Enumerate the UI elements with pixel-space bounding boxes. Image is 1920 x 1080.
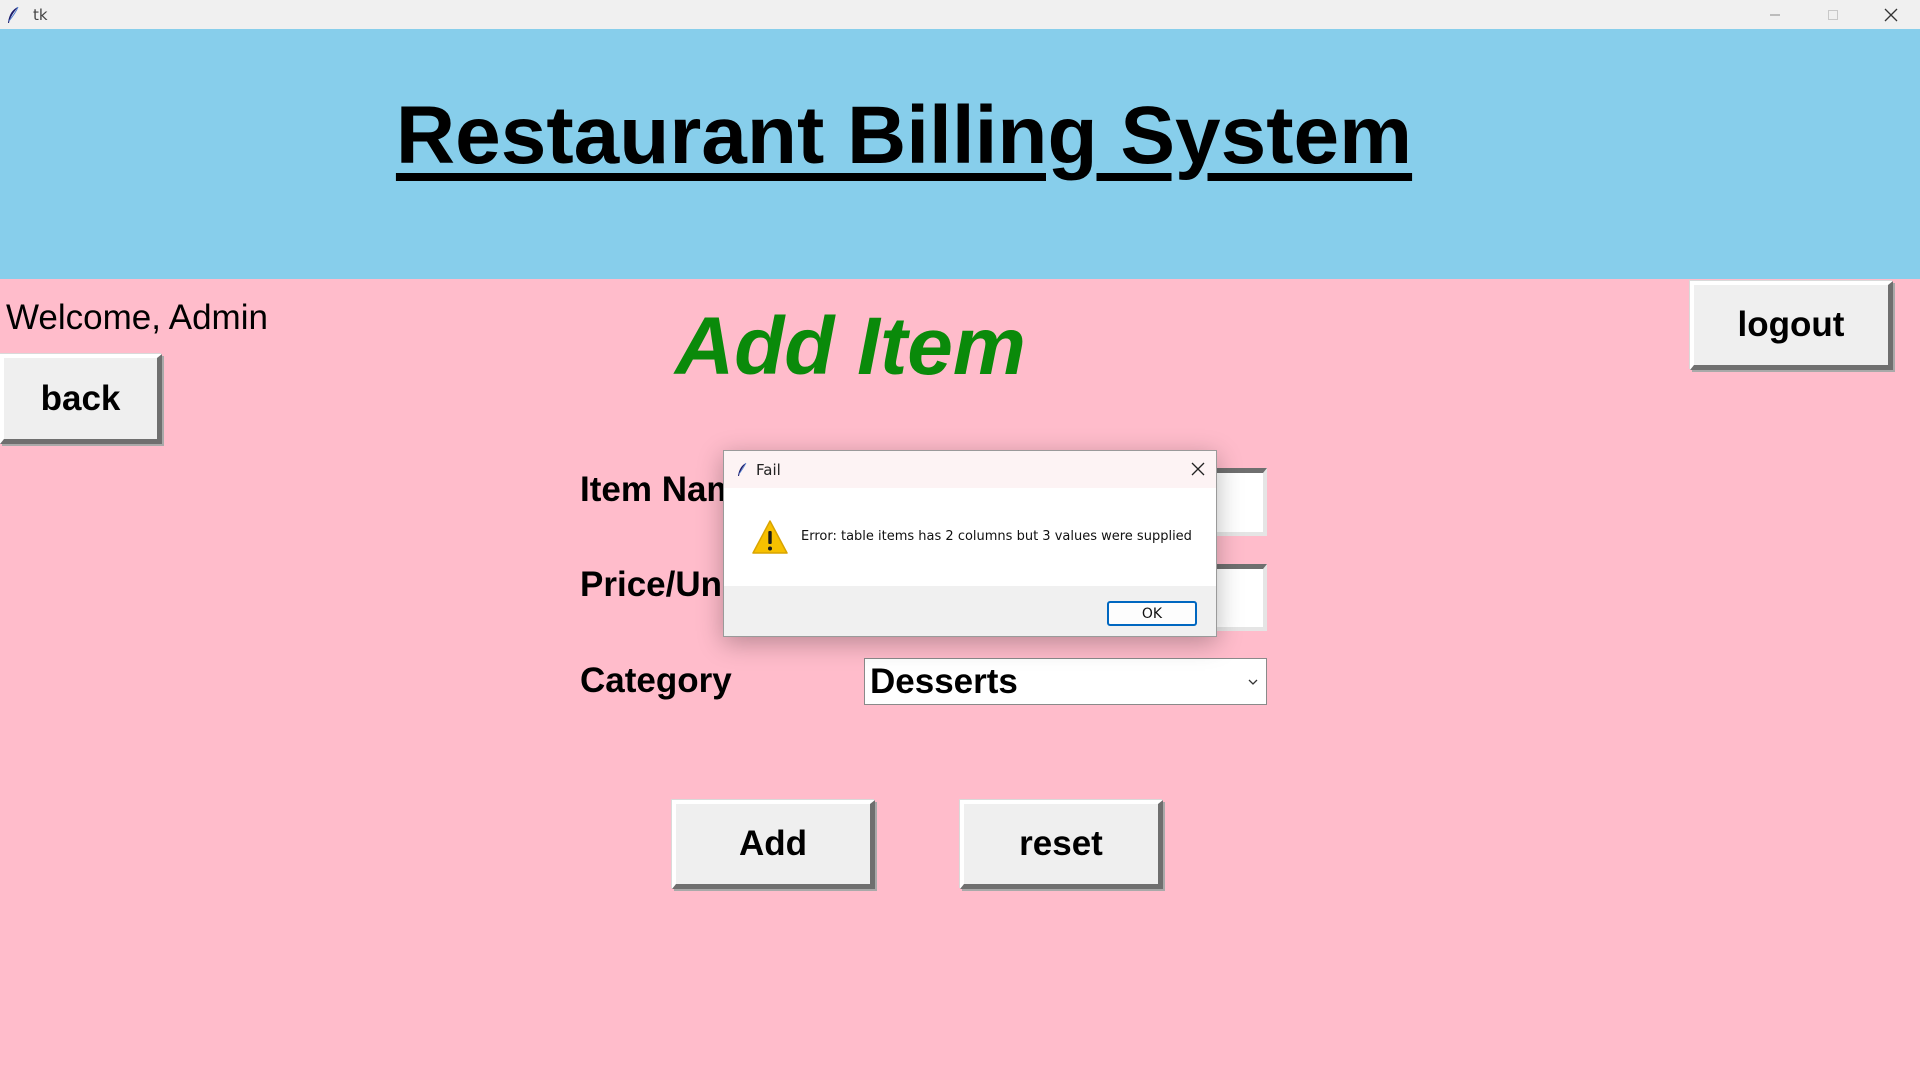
error-dialog: Fail Error: table items has 2 columns bu… (723, 450, 1217, 637)
dialog-footer: OK (724, 586, 1216, 636)
maximize-button[interactable] (1804, 0, 1862, 29)
minimize-icon (1770, 14, 1780, 15)
header-banner: Restaurant Billing System (0, 29, 1920, 279)
app-title: Restaurant Billing System (395, 90, 1413, 181)
ok-button[interactable]: OK (1107, 601, 1197, 626)
close-icon[interactable] (1190, 461, 1206, 477)
reset-button[interactable]: reset (960, 800, 1163, 889)
tk-feather-icon (8, 6, 19, 23)
welcome-text: Welcome, Admin (6, 298, 268, 337)
dialog-titlebar: Fail (724, 451, 1216, 488)
warning-icon (752, 520, 788, 554)
close-window-button[interactable] (1862, 0, 1920, 29)
chevron-down-icon (1248, 679, 1258, 685)
logout-button[interactable]: logout (1690, 281, 1893, 370)
window-controls (1746, 0, 1920, 29)
maximize-icon (1828, 9, 1838, 20)
dialog-title: Fail (756, 460, 781, 479)
minimize-button[interactable] (1746, 0, 1804, 29)
window-titlebar: tk (0, 0, 1920, 29)
price-label: Price/Unit (580, 565, 744, 604)
dialog-body: Error: table items has 2 columns but 3 v… (724, 488, 1216, 586)
dialog-message: Error: table items has 2 columns but 3 v… (801, 529, 1192, 544)
category-value: Desserts (870, 662, 1018, 701)
category-select[interactable]: Desserts (864, 658, 1267, 705)
back-button[interactable]: back (0, 354, 162, 444)
add-button[interactable]: Add (672, 800, 875, 889)
page-title: Add Item (675, 301, 1026, 392)
category-label: Category (580, 661, 732, 700)
tk-feather-icon (738, 462, 747, 476)
window-title: tk (33, 5, 48, 24)
close-icon (1884, 8, 1898, 21)
